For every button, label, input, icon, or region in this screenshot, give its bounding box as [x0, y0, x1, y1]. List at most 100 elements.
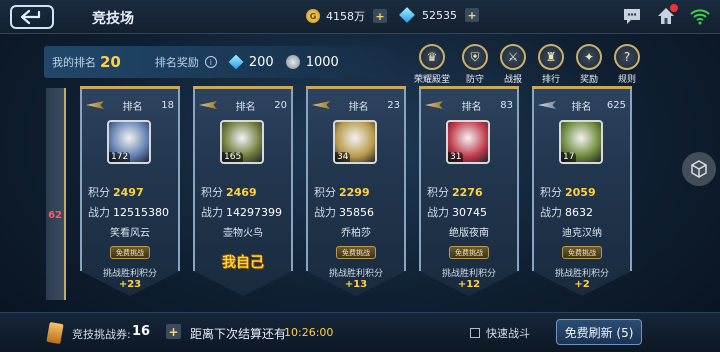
rank-label: 排名	[571, 101, 592, 113]
menu-label: 奖励	[579, 75, 598, 85]
power-value: 8632	[565, 206, 593, 219]
score-label: 积分	[427, 186, 449, 199]
rank-label: 排名	[461, 101, 482, 113]
menu-label: 排行	[541, 75, 560, 85]
quick-battle-label: 快速战斗	[486, 327, 530, 340]
diamond-icon	[399, 7, 415, 23]
score-label: 积分	[201, 186, 223, 199]
win-reward-label: 挑战胜利积分	[102, 269, 157, 279]
menu-label: 荣耀殿堂	[413, 75, 450, 85]
win-reward-value: +2	[574, 279, 590, 290]
power-label: 战力	[88, 206, 110, 219]
next-settle-time: 10:26:00	[284, 326, 334, 339]
chat-icon[interactable]	[622, 6, 642, 26]
free-challenge-button[interactable]: 免费挑战	[110, 246, 150, 259]
level-badge: 172	[109, 152, 131, 162]
score-value: 2497	[113, 186, 144, 199]
page-title: 竞技场	[92, 11, 134, 27]
rank-label: 排名	[122, 101, 143, 113]
score-row: 积分 2276	[427, 184, 515, 200]
home-icon[interactable]	[656, 4, 678, 26]
partial-card: 62	[46, 88, 66, 300]
info-icon[interactable]: i	[204, 56, 217, 68]
gift-icon: ✦	[576, 44, 602, 70]
add-gold-button[interactable]: +	[373, 9, 387, 23]
avatar[interactable]: 31	[446, 120, 490, 164]
free-challenge-button[interactable]: 免费挑战	[336, 246, 376, 259]
menu-ranking[interactable]: ♜ 排行	[534, 44, 568, 85]
opponent-card[interactable]: 排名 83 31 积分 2276 战力 30745 绝版夜南 免费挑战 挑战胜利积分 +12	[419, 86, 519, 300]
question-icon: ?	[614, 44, 640, 70]
score-value: 2469	[226, 186, 257, 199]
add-ticket-button[interactable]: +	[166, 324, 181, 339]
power-label: 战力	[314, 206, 336, 219]
quick-battle-toggle[interactable]: 快速战斗	[470, 325, 530, 341]
player-name: 笑看风云	[110, 228, 150, 239]
opponent-card[interactable]: 排名 23 34 积分 2299 战力 35856 乔柏莎 免费挑战 挑战胜利积分 +13	[306, 86, 406, 300]
rank-bar: 我的排名 20 排名奖励 i 200 1000	[44, 46, 404, 78]
menu-defense[interactable]: ⛨ 防守	[458, 44, 492, 85]
win-reward-label: 挑战胜利积分	[554, 269, 609, 279]
rank-line: 排名 18	[86, 98, 174, 113]
back-button[interactable]	[10, 5, 54, 29]
free-challenge-button[interactable]: 免费挑战	[562, 246, 602, 259]
menu-hall-of-fame[interactable]: ♛ 荣耀殿堂	[410, 44, 454, 85]
avatar[interactable]: 165	[220, 120, 264, 164]
score-row: 积分 2299	[314, 184, 402, 200]
level-badge: 34	[335, 152, 351, 162]
rank-line: 排名 625	[538, 98, 626, 113]
player-name: 绝版夜南	[449, 228, 489, 239]
free-refresh-button[interactable]: 免费刷新 (5)	[556, 319, 642, 345]
menu-rules[interactable]: ? 规则	[610, 44, 644, 85]
power-value: 12515380	[113, 206, 169, 219]
opponent-card[interactable]: 排名 625 17 积分 2059 战力 8632 迪克汉纳 免费挑战 挑战胜利积分 +2	[532, 86, 632, 300]
score-row: 积分 2497	[88, 184, 176, 200]
rank-wing-icon	[86, 101, 104, 109]
gold-coin-icon: G	[306, 9, 320, 23]
opponent-card[interactable]: 排名 20 165 积分 2469 战力 14297399 壶物火鸟 我自己	[193, 86, 293, 300]
power-row: 战力 30745	[427, 204, 515, 220]
power-value: 30745	[452, 206, 487, 219]
avatar[interactable]: 172	[107, 120, 151, 164]
level-badge: 165	[222, 152, 244, 162]
avatar[interactable]: 34	[333, 120, 377, 164]
diamond-value: 52535	[422, 8, 457, 22]
trophy-icon: ♜	[538, 44, 564, 70]
free-challenge-button[interactable]: 免费挑战	[449, 246, 489, 259]
player-name: 壶物火鸟	[223, 228, 263, 239]
rank-label: 排名	[348, 101, 369, 113]
level-badge: 17	[561, 152, 577, 162]
shield-icon: ⛨	[462, 44, 488, 70]
wifi-icon	[690, 6, 710, 26]
rank-label: 排名	[235, 101, 256, 113]
win-reward-value: +13	[344, 279, 368, 290]
rank-value: 20	[274, 99, 287, 111]
level-badge: 31	[448, 152, 464, 162]
add-diamond-button[interactable]: +	[465, 8, 479, 22]
menu-rewards[interactable]: ✦ 奖励	[572, 44, 606, 85]
rank-value: 625	[606, 99, 626, 111]
opponent-card[interactable]: 排名 18 172 积分 2497 战力 12515380 笑看风云 免费挑战 挑战胜利积分 +23	[80, 86, 180, 300]
rank-wing-icon	[538, 101, 556, 109]
menu-label: 防守	[465, 75, 484, 85]
power-row: 战力 14297399	[201, 204, 289, 220]
avatar[interactable]: 17	[559, 120, 603, 164]
top-icons	[622, 4, 710, 26]
notification-dot	[670, 4, 678, 12]
player-name: 迪克汉纳	[562, 228, 602, 239]
menu-battle-report[interactable]: ⚔ 战报	[496, 44, 530, 85]
rank-line: 排名 23	[312, 98, 400, 113]
rank-wing-icon	[425, 101, 443, 109]
score-value: 2299	[339, 186, 370, 199]
floating-menu-button[interactable]	[682, 152, 716, 186]
score-value: 2276	[452, 186, 483, 199]
win-reward-label: 挑战胜利积分	[441, 269, 496, 279]
quick-battle-checkbox[interactable]	[470, 328, 480, 338]
ticket-label: 竞技挑战券:	[72, 328, 131, 341]
rank-reward-label: 排名奖励	[154, 56, 199, 69]
reward-diamonds: 200	[228, 55, 274, 70]
top-bar: 竞技场 G 4158万 + 52535 +	[0, 0, 720, 34]
my-rank-label: 我的排名	[52, 56, 96, 69]
power-value: 35856	[339, 206, 374, 219]
rank-value: 18	[161, 99, 174, 111]
